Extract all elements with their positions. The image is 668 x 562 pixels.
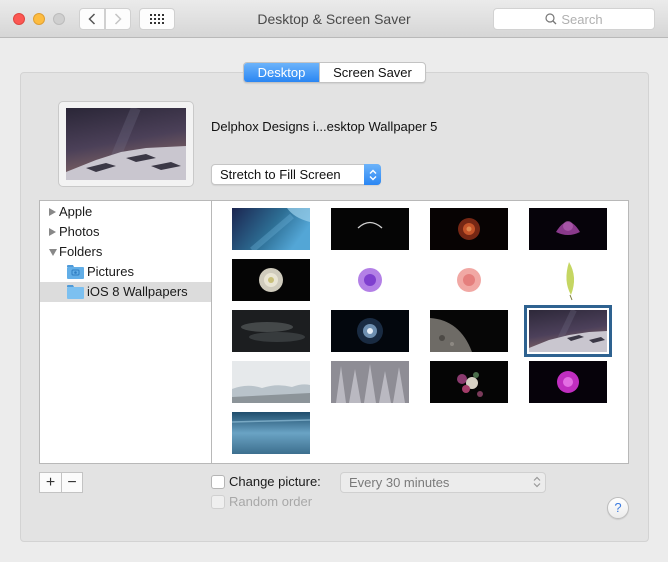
grid-icon xyxy=(150,14,164,24)
fit-mode-select[interactable]: Stretch to Fill Screen xyxy=(211,164,381,185)
minimize-window-button[interactable] xyxy=(33,13,45,25)
disclosure-triangle-right-icon[interactable] xyxy=(49,228,56,236)
thumbnail-flower-bouquet-dark[interactable] xyxy=(430,361,508,403)
change-picture-label: Change picture: xyxy=(229,474,321,489)
thumbnail-green-leaf[interactable] xyxy=(529,259,607,301)
thumbnail-white-flower-dark[interactable] xyxy=(232,259,310,301)
source-label: Photos xyxy=(59,224,100,239)
source-item-ios8-wallpapers[interactable]: iOS 8 Wallpapers xyxy=(40,282,211,302)
source-label: Folders xyxy=(59,244,103,259)
disclosure-triangle-down-icon[interactable] xyxy=(49,249,57,256)
search-field[interactable]: Search xyxy=(493,8,655,30)
thumbnail-galaxy-spiral[interactable] xyxy=(331,310,409,352)
change-interval-value: Every 30 minutes xyxy=(349,475,450,490)
add-folder-button[interactable]: + xyxy=(40,473,61,492)
chevron-right-icon xyxy=(114,13,122,25)
change-interval-select[interactable]: Every 30 minutes xyxy=(340,472,546,493)
zoom-window-button[interactable] xyxy=(53,13,65,25)
thumbnail-ocean-waves[interactable] xyxy=(232,412,310,454)
source-label: Pictures xyxy=(87,264,134,279)
thumbnail-dark-clouds[interactable] xyxy=(232,310,310,352)
thumbnail-ocean-blue[interactable] xyxy=(232,208,310,250)
random-order-checkbox[interactable] xyxy=(211,495,225,509)
wallpaper-preview xyxy=(58,101,194,187)
remove-folder-button[interactable]: − xyxy=(61,473,82,492)
title-bar: Desktop & Screen Saver Search xyxy=(0,0,668,38)
search-placeholder: Search xyxy=(561,11,603,27)
back-button[interactable] xyxy=(79,8,105,30)
source-list[interactable]: Apple Photos Folders Pictures iOS 8 Wall xyxy=(40,201,212,463)
thumbnail-pink-flower-light[interactable] xyxy=(430,259,508,301)
tab-control: Desktop Screen Saver xyxy=(243,62,426,83)
fit-mode-value: Stretch to Fill Screen xyxy=(220,167,341,182)
help-button[interactable]: ? xyxy=(607,497,629,519)
thumbnail-magenta-flower-dark[interactable] xyxy=(529,361,607,403)
thumbnail-orange-flower-dark[interactable] xyxy=(430,208,508,250)
thumbnail-snowy-mountains[interactable] xyxy=(232,361,310,403)
source-item-pictures[interactable]: Pictures xyxy=(40,262,211,282)
tab-desktop[interactable]: Desktop xyxy=(244,63,319,82)
source-item-apple[interactable]: Apple xyxy=(40,202,211,222)
tab-screen-saver[interactable]: Screen Saver xyxy=(319,63,425,82)
disclosure-triangle-right-icon[interactable] xyxy=(49,208,56,216)
updown-arrows-icon xyxy=(364,164,381,185)
current-wallpaper-image xyxy=(66,106,186,182)
thumbnail-dark-crescent[interactable] xyxy=(331,208,409,250)
source-label: iOS 8 Wallpapers xyxy=(87,284,188,299)
forward-button[interactable] xyxy=(105,8,131,30)
chevron-left-icon xyxy=(88,13,96,25)
random-order-label: Random order xyxy=(229,494,313,509)
pictures-folder-icon xyxy=(67,265,84,279)
wallpaper-name: Delphox Designs i...esktop Wallpaper 5 xyxy=(211,119,438,134)
folder-icon xyxy=(67,285,84,299)
change-picture-checkbox[interactable] xyxy=(211,475,225,489)
thumbnail-purple-flower-light[interactable] xyxy=(331,259,409,301)
wallpaper-browser: Apple Photos Folders Pictures iOS 8 Wall xyxy=(39,200,629,464)
add-remove-control: + − xyxy=(39,472,83,493)
thumbnail-purple-flower-dark[interactable] xyxy=(529,208,607,250)
thumbnail-frosted-trees[interactable] xyxy=(331,361,409,403)
source-item-folders[interactable]: Folders xyxy=(40,242,211,262)
source-label: Apple xyxy=(59,204,93,219)
thumbnail-moon-surface[interactable] xyxy=(430,310,508,352)
close-window-button[interactable] xyxy=(13,13,25,25)
thumbnail-grid xyxy=(213,201,628,463)
updown-arrows-icon xyxy=(533,476,541,488)
source-item-photos[interactable]: Photos xyxy=(40,222,211,242)
search-icon xyxy=(545,13,557,25)
show-all-button[interactable] xyxy=(139,8,175,30)
thumbnail-milky-way-mountain-selected[interactable] xyxy=(524,305,612,357)
